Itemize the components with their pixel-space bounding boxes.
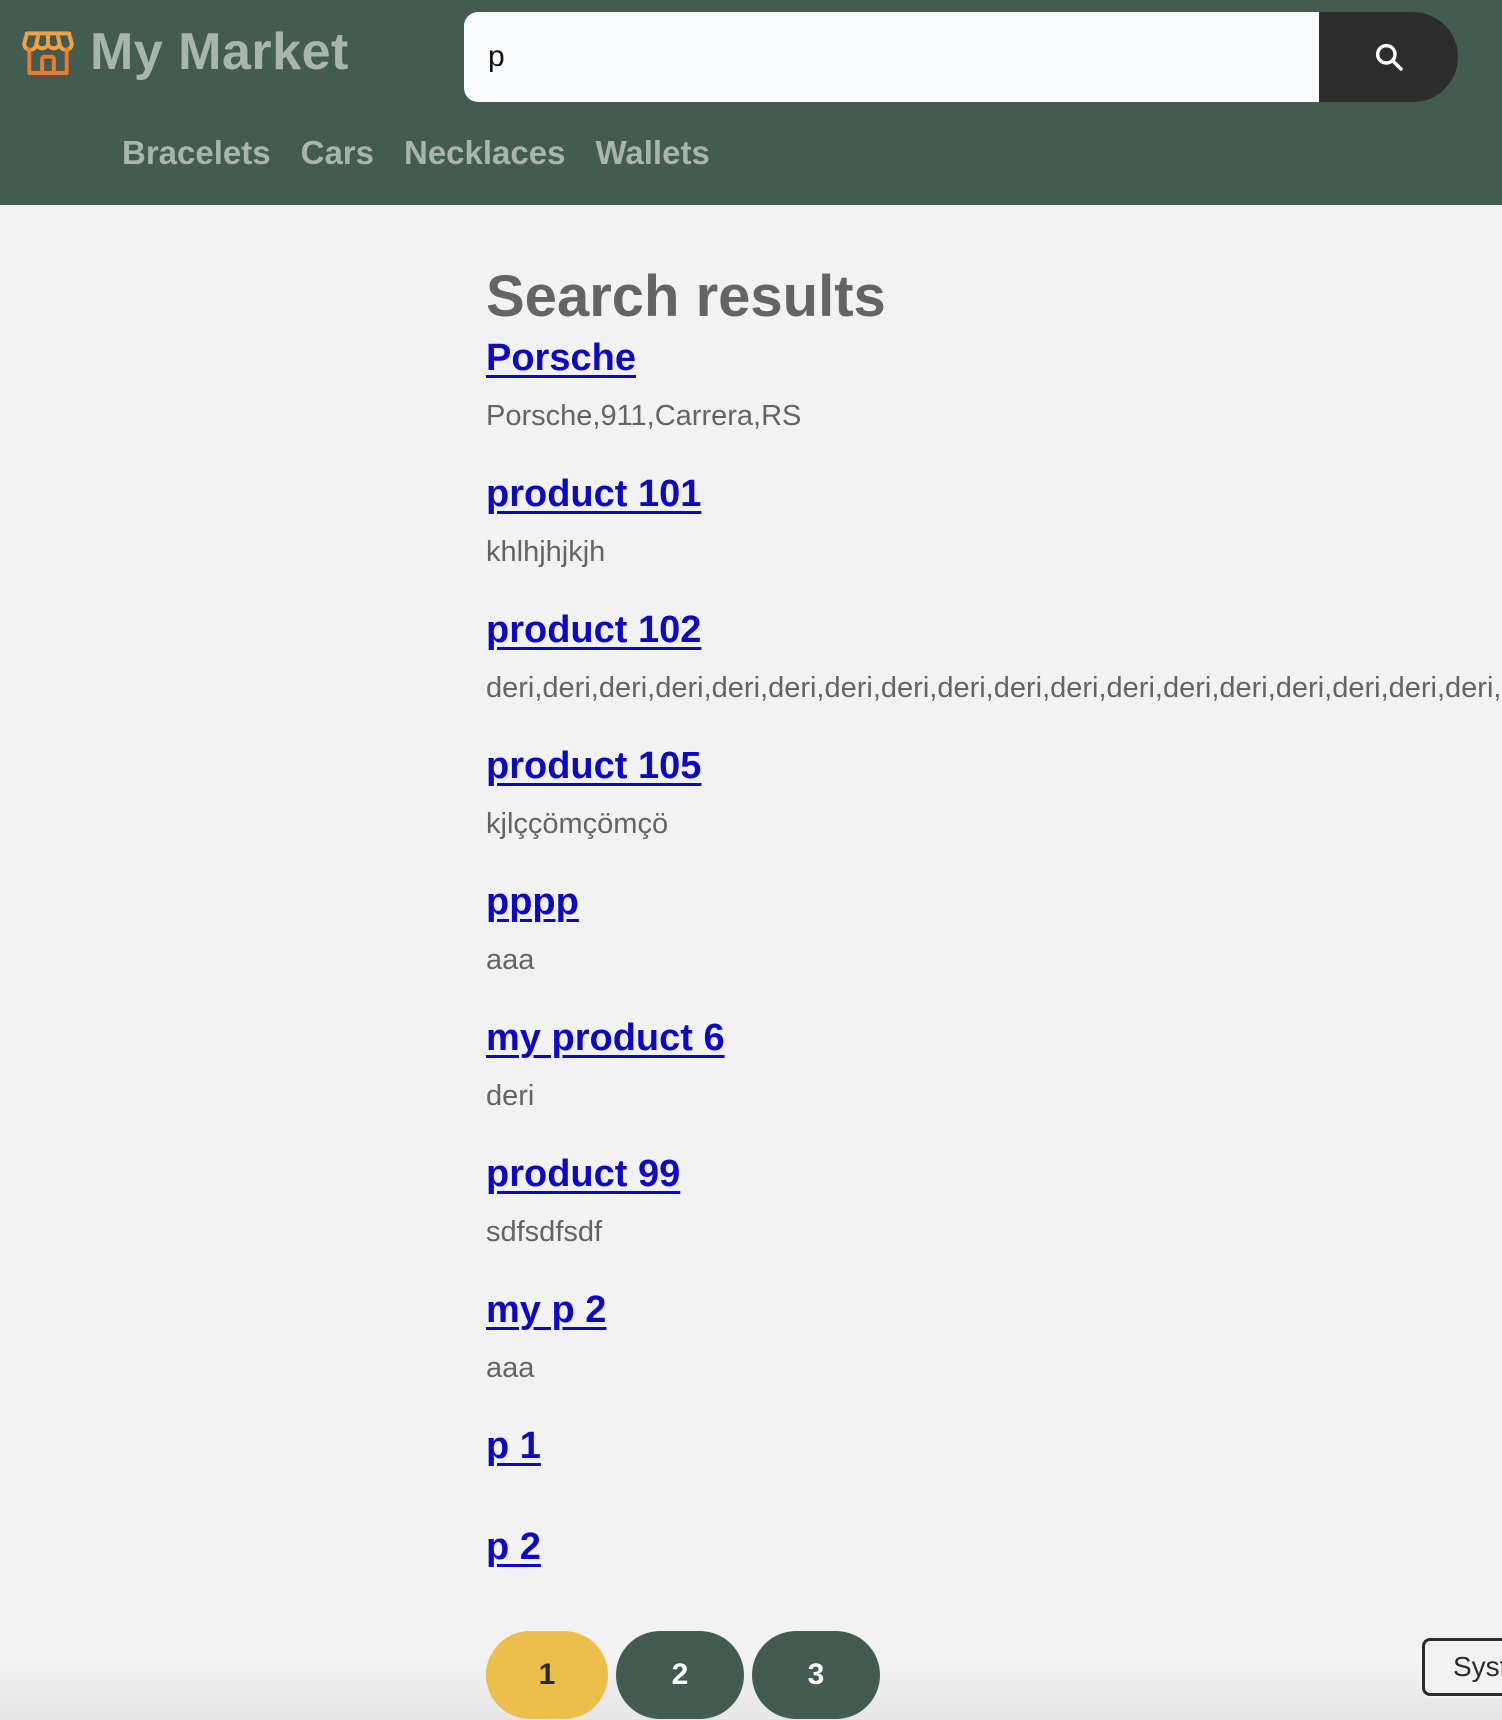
page-button-2[interactable]: 2	[616, 1631, 744, 1719]
result-item: product 102 deri,deri,deri,deri,deri,der…	[486, 604, 1502, 740]
category-nav: Bracelets Cars Necklaces Wallets	[122, 134, 710, 172]
page-button-3[interactable]: 3	[752, 1631, 880, 1719]
result-title-link[interactable]: p 2	[486, 1521, 541, 1573]
result-item: p 1	[486, 1420, 1502, 1521]
result-item: Porsche Porsche,911,Carrera,RS	[486, 332, 1502, 468]
result-title-link[interactable]: my product 6	[486, 1012, 725, 1064]
result-title-link[interactable]: pppp	[486, 876, 579, 928]
result-title-link[interactable]: my p 2	[486, 1284, 606, 1336]
search-form	[464, 12, 1458, 102]
nav-item-necklaces[interactable]: Necklaces	[404, 134, 565, 172]
search-button[interactable]	[1319, 12, 1458, 102]
nav-item-wallets[interactable]: Wallets	[595, 134, 709, 172]
result-item: product 99 sdfsdfsdf	[486, 1148, 1502, 1284]
brand-logo-link[interactable]: My Market	[20, 22, 349, 82]
page: My Market Bracelets Cars Necklaces Walle…	[0, 0, 1502, 1720]
result-list: Porsche Porsche,911,Carrera,RS product 1…	[486, 332, 1502, 1622]
brand-name: My Market	[90, 23, 349, 81]
result-description: deri,deri,deri,deri,deri,deri,deri,deri,…	[486, 672, 1502, 704]
page-title: Search results	[486, 264, 886, 329]
page-button-1[interactable]: 1	[486, 1631, 608, 1719]
result-title-link[interactable]: Porsche	[486, 332, 636, 384]
result-title-link[interactable]: product 99	[486, 1148, 680, 1200]
result-title-link[interactable]: product 105	[486, 740, 701, 792]
result-description: deri	[486, 1080, 535, 1112]
system-button[interactable]: System	[1422, 1638, 1502, 1696]
pagination: 1 2 3	[486, 1631, 880, 1719]
site-header: My Market Bracelets Cars Necklaces Walle…	[0, 0, 1502, 205]
storefront-icon	[22, 31, 74, 75]
result-description: sdfsdfsdf	[486, 1216, 603, 1248]
result-description: kjlççömçömçö	[486, 808, 669, 840]
result-description: aaa	[486, 1352, 535, 1384]
result-description: Porsche,911,Carrera,RS	[486, 400, 802, 432]
result-item: pppp aaa	[486, 876, 1502, 1012]
result-title-link[interactable]: product 101	[486, 468, 701, 520]
result-title-link[interactable]: product 102	[486, 604, 701, 656]
search-input[interactable]	[464, 12, 1319, 102]
result-item: p 2	[486, 1521, 1502, 1622]
result-description: aaa	[486, 944, 535, 976]
result-item: my p 2 aaa	[486, 1284, 1502, 1420]
nav-item-cars[interactable]: Cars	[301, 134, 374, 172]
result-item: my product 6 deri	[486, 1012, 1502, 1148]
search-results: Search results Porsche Porsche,911,Carre…	[486, 262, 1502, 1622]
search-icon	[1375, 43, 1403, 71]
result-description: khlhjhjkjh	[486, 536, 606, 568]
result-title-link[interactable]: p 1	[486, 1420, 541, 1472]
result-item: product 105 kjlççömçömçö	[486, 740, 1502, 876]
result-item: product 101 khlhjhjkjh	[486, 468, 1502, 604]
nav-item-bracelets[interactable]: Bracelets	[122, 134, 271, 172]
